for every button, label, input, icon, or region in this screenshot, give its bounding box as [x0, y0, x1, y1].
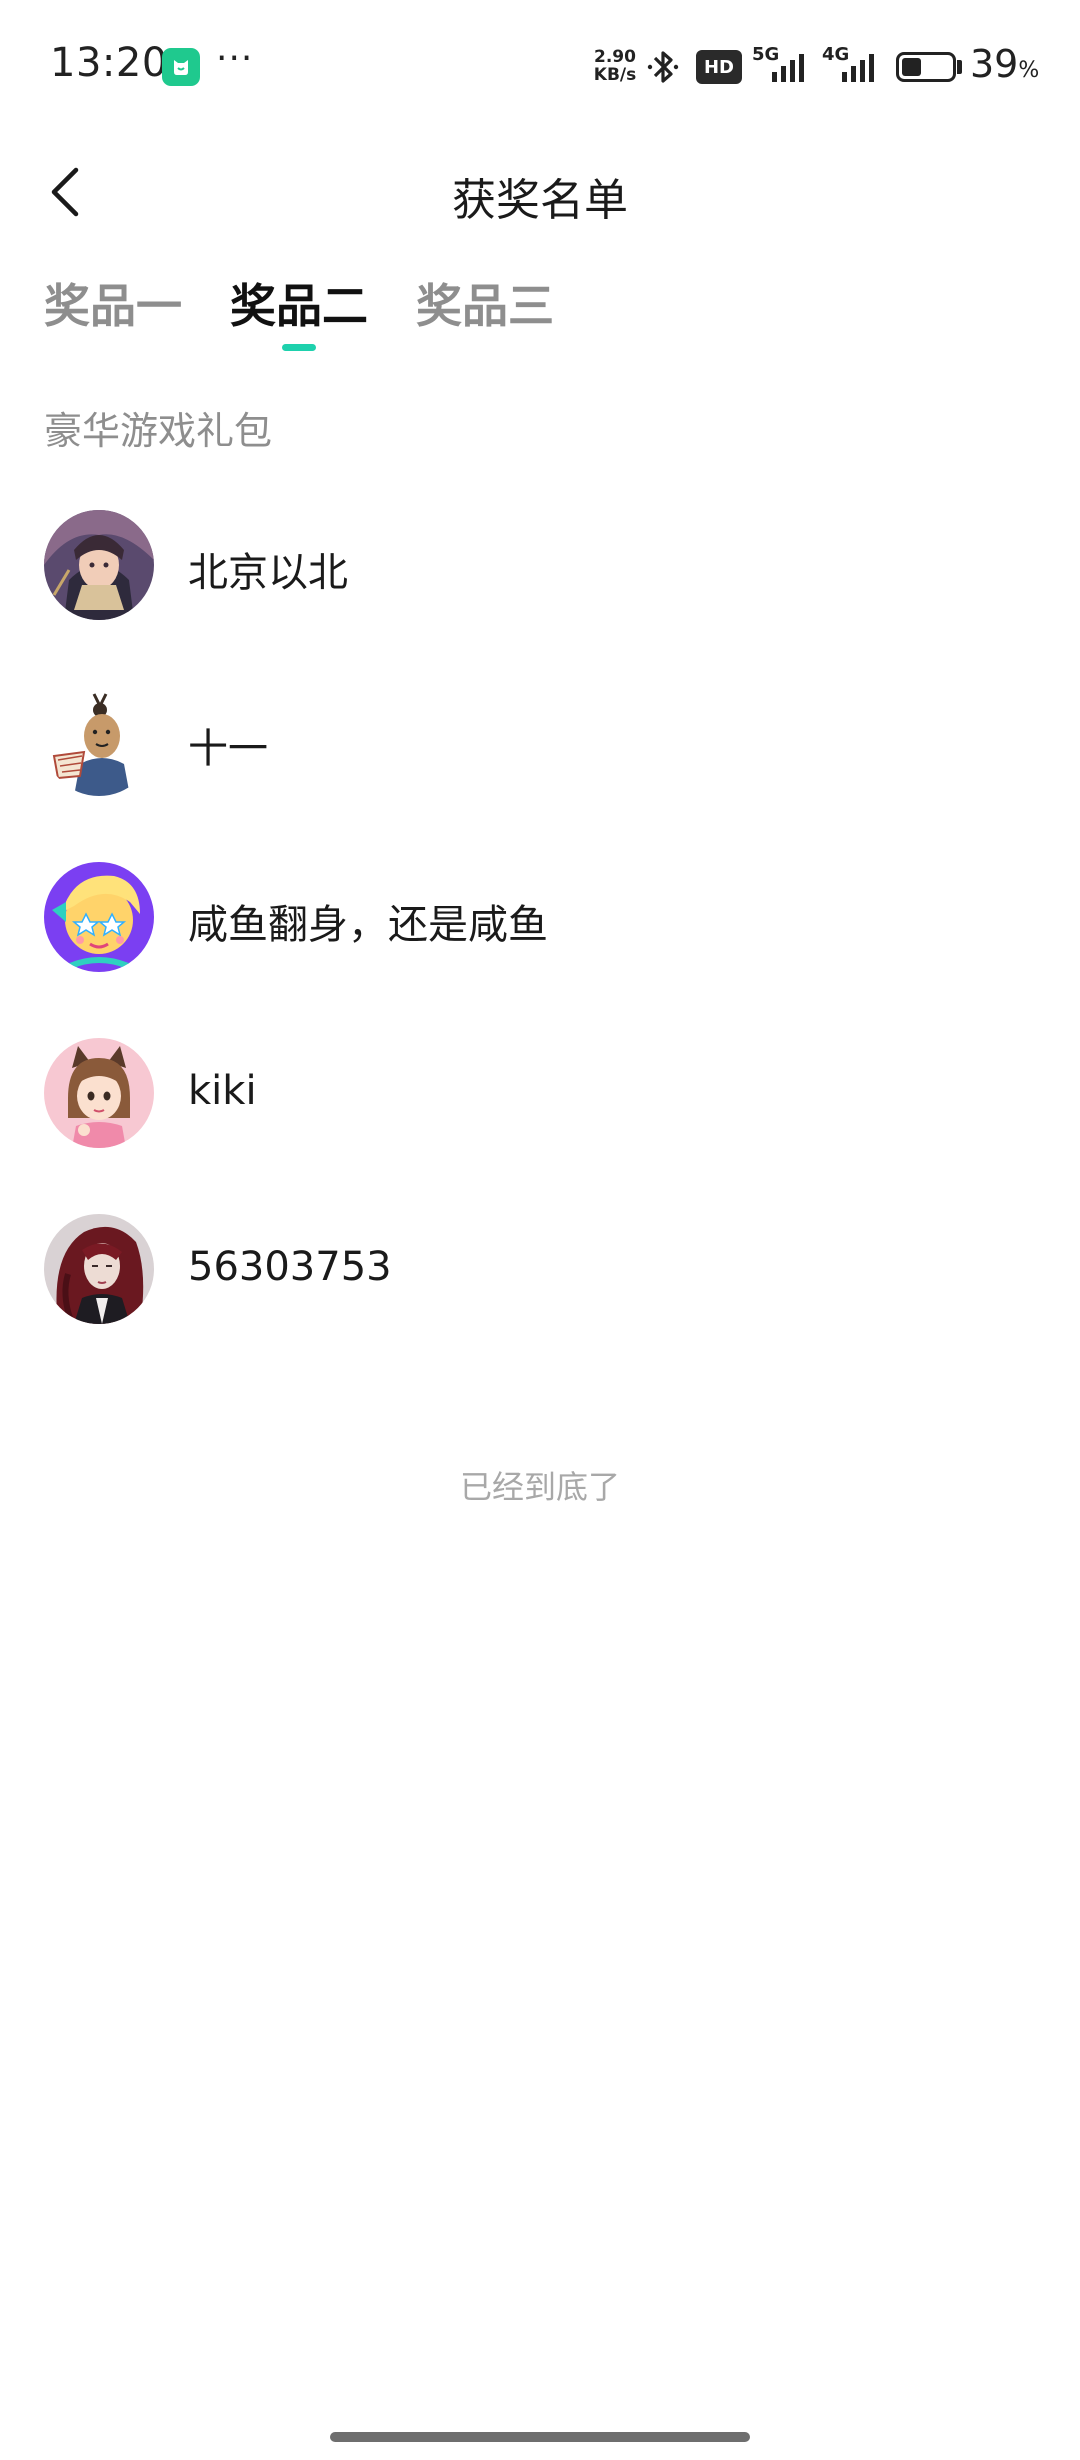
tab-prize-3[interactable]: 奖品三: [416, 270, 554, 336]
anime-warrior-avatar[interactable]: [44, 510, 154, 620]
mi-home-app-icon: [162, 48, 200, 86]
winner-name: 十一: [188, 726, 268, 772]
winner-row: kiki: [0, 1028, 1080, 1204]
signal-strength-icon-2: [840, 48, 880, 88]
page-title: 获奖名单: [452, 175, 628, 226]
more-notifications-icon: ···: [216, 38, 254, 79]
network-speed-unit: KB/s: [593, 65, 637, 85]
network-speed: 2.90 KB/s: [590, 48, 640, 84]
winner-name: 56303753: [188, 1244, 392, 1290]
prize-name: 豪华游戏礼包: [44, 409, 273, 453]
signal-strength-icon-1: [770, 48, 810, 88]
battery-percent-sign: %: [1018, 58, 1040, 83]
status-bar: 13:20 ··· 2.90 KB/s HD 5G 4G 39%: [0, 0, 1080, 136]
tab-prize-1[interactable]: 奖品一: [44, 270, 182, 336]
status-time: 13:20: [50, 40, 168, 86]
tab-label: 奖品二: [230, 279, 368, 333]
home-indicator[interactable]: [330, 2432, 750, 2442]
red-hair-portrait-avatar[interactable]: [44, 1214, 154, 1324]
battery-cap: [957, 60, 962, 74]
cartoon-fan-avatar[interactable]: [44, 686, 154, 796]
winner-name: 北京以北: [188, 550, 348, 596]
network-speed-value: 2.90: [594, 47, 636, 67]
cat-ears-girl-avatar[interactable]: [44, 1038, 154, 1148]
winner-row: 咸鱼翻身，还是咸鱼: [0, 852, 1080, 1028]
end-of-list-text: 已经到底了: [459, 1468, 620, 1506]
bluetooth-icon: [646, 48, 680, 90]
hd-voice-icon: HD: [696, 50, 742, 84]
header: 获奖名单: [0, 136, 1080, 248]
battery-percent: 39%: [970, 42, 1039, 86]
star-eyes-cartoon-avatar[interactable]: [44, 862, 154, 972]
winner-row: 十一: [0, 676, 1080, 852]
winner-name: kiki: [188, 1068, 257, 1114]
battery-percent-value: 39: [970, 42, 1019, 86]
tab-label: 奖品三: [416, 279, 554, 333]
battery-icon: [896, 52, 956, 82]
tab-prize-2[interactable]: 奖品二: [230, 270, 368, 351]
winner-row: 北京以北: [0, 500, 1080, 676]
winner-row: 56303753: [0, 1204, 1080, 1380]
tab-label: 奖品一: [44, 279, 182, 333]
active-tab-indicator: [282, 344, 316, 351]
battery-level-fill: [902, 58, 921, 76]
winner-list: 北京以北 十一 咸鱼翻身，还是咸鱼 kiki 56303753: [0, 500, 1080, 1380]
winner-name: 咸鱼翻身，还是咸鱼: [188, 902, 548, 948]
